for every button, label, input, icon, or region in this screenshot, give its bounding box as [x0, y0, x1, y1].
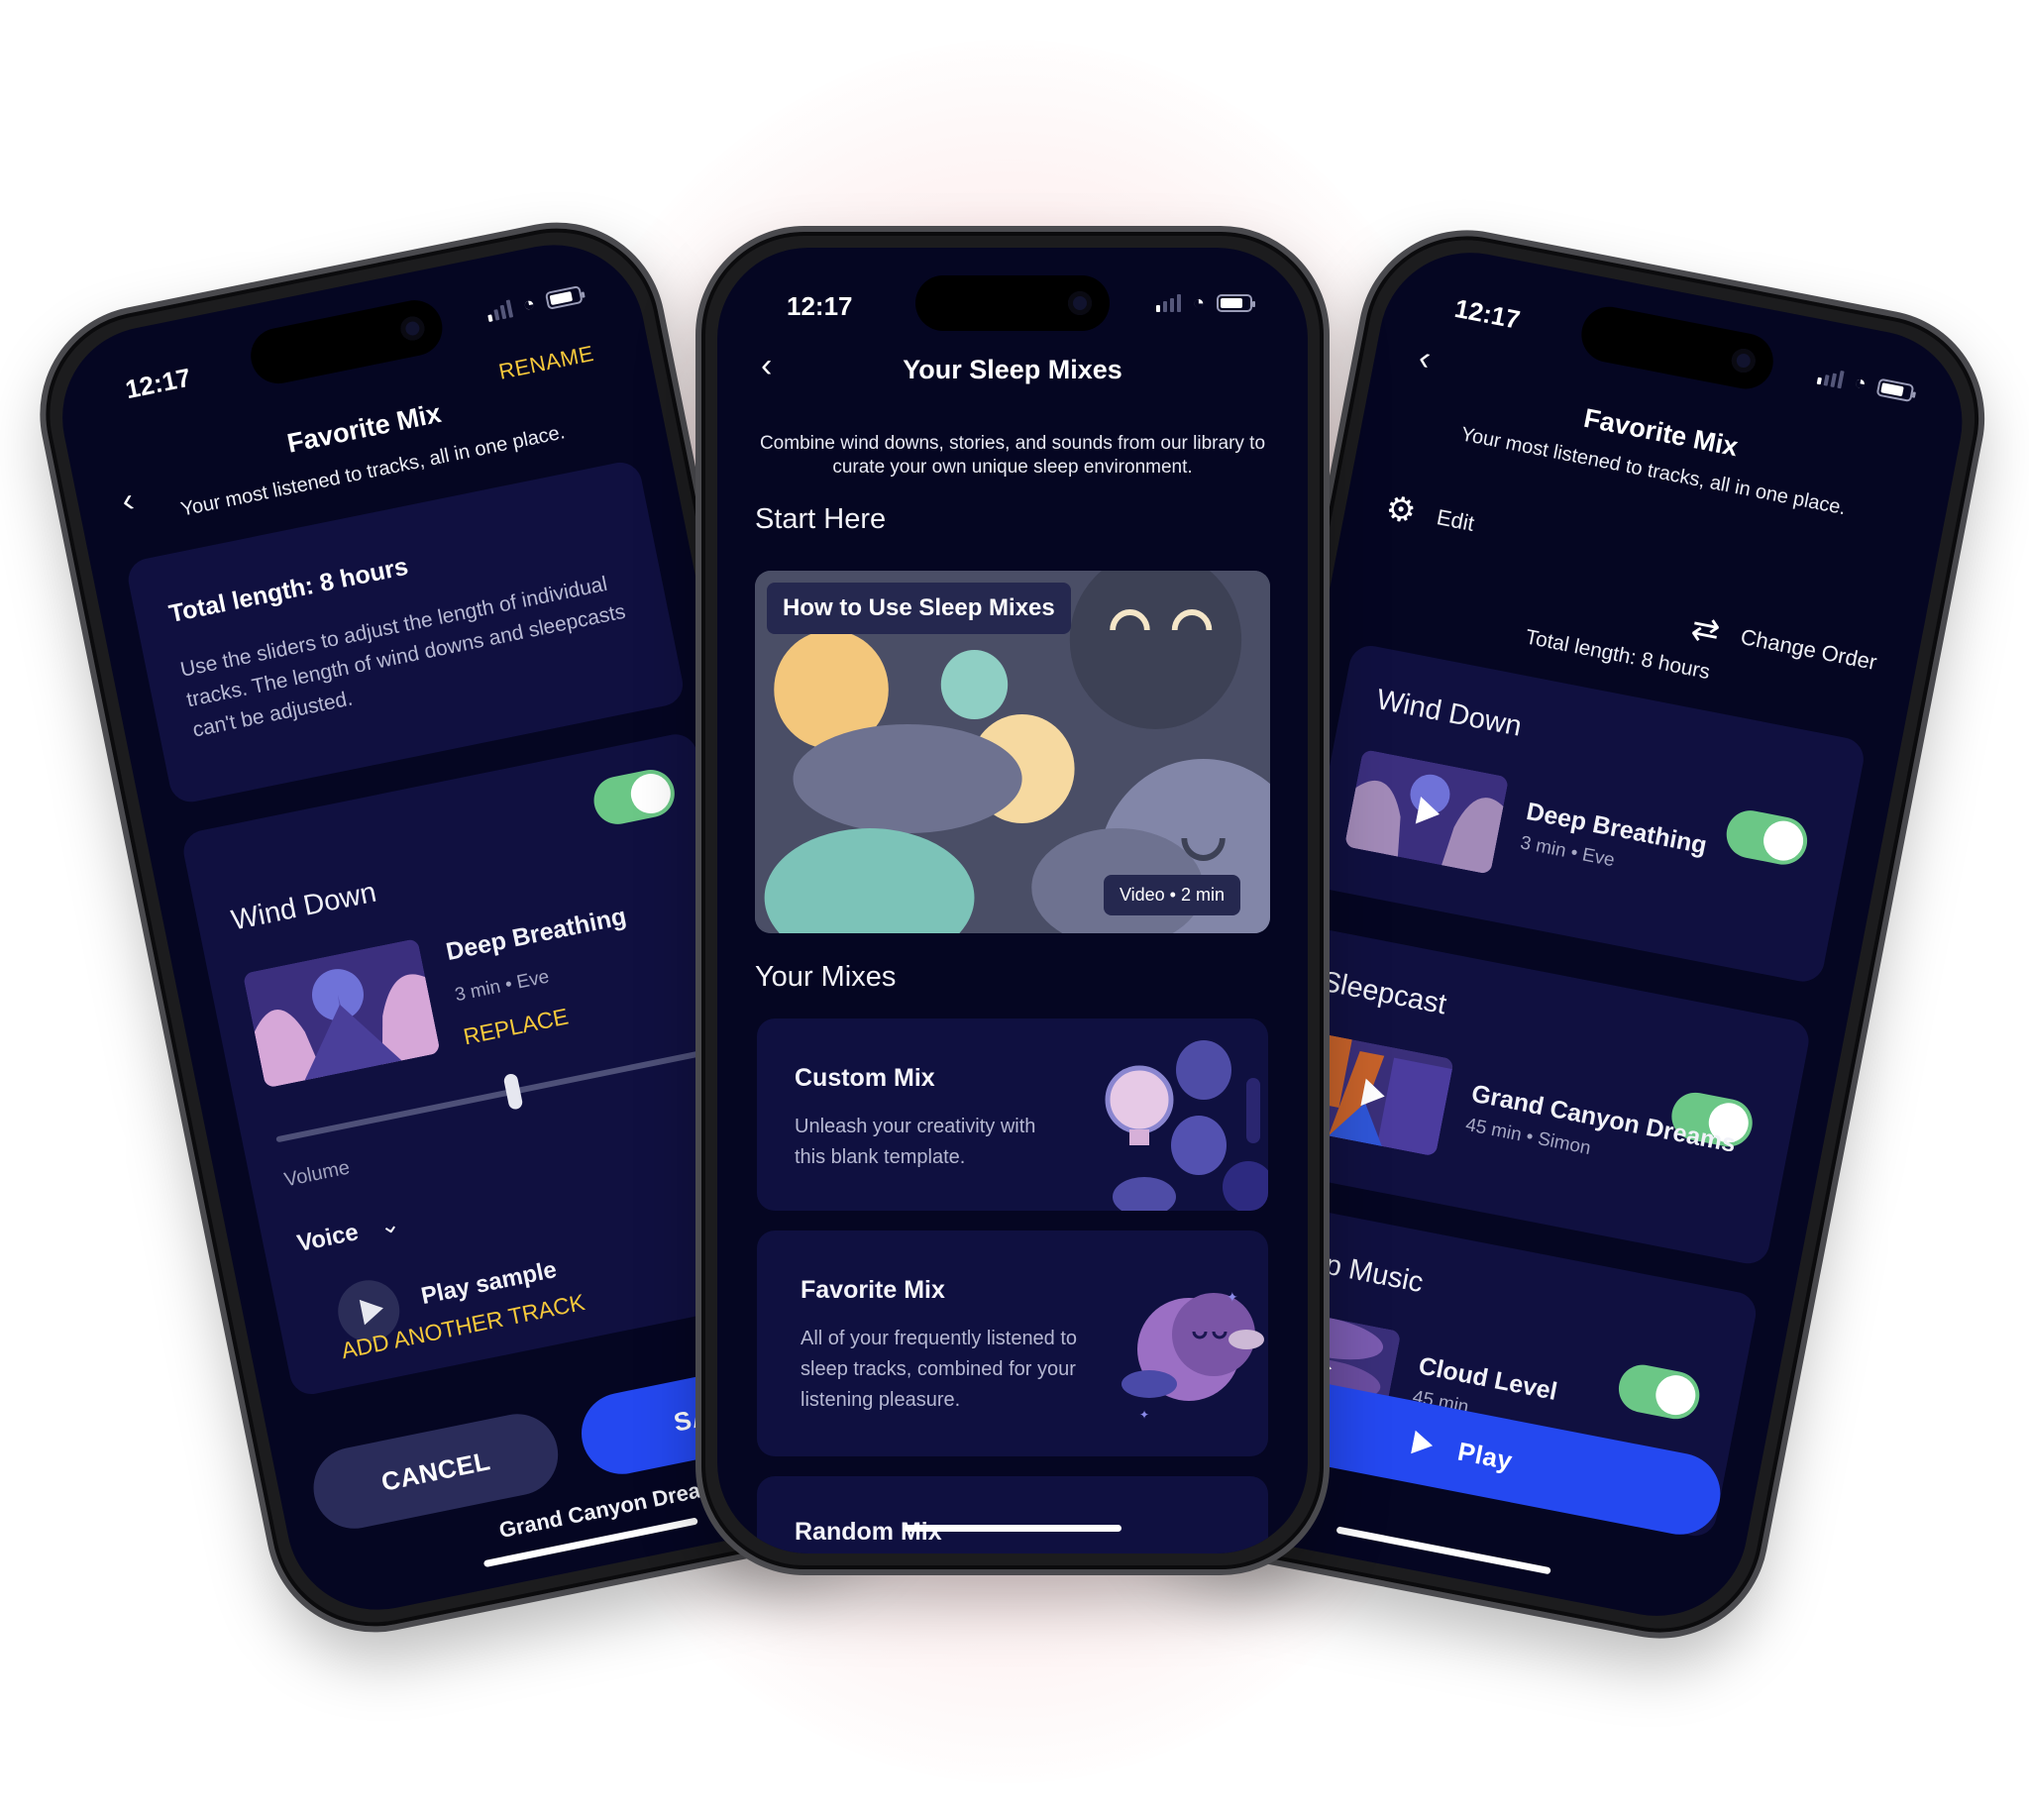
voice-label: Voice [294, 1219, 362, 1257]
mix-card-favorite[interactable]: Favorite Mix All of your frequently list… [757, 1231, 1268, 1456]
status-time: 12:17 [122, 362, 194, 405]
edit-label: Edit [1435, 504, 1477, 536]
section-toggle[interactable] [1614, 1360, 1704, 1424]
how-to-video-card[interactable]: How to Use Sleep Mixes Video • 2 min [755, 571, 1270, 933]
volume-slider-knob[interactable] [502, 1072, 524, 1111]
mix-card-custom[interactable]: Custom Mix Unleash your creativity with … [757, 1018, 1268, 1211]
cellular-signal-icon [485, 299, 514, 323]
status-time: 12:17 [787, 291, 853, 321]
track-name: Deep Breathing [443, 902, 629, 967]
battery-icon [544, 285, 584, 310]
replace-button[interactable]: REPLACE [461, 1003, 571, 1050]
track-meta: 3 min • Eve [453, 966, 552, 1007]
home-indicator [1335, 1526, 1551, 1575]
play-label: Play [1455, 1436, 1516, 1476]
section-title: Wind Down [1373, 684, 1525, 743]
start-here-heading: Start Here [755, 503, 887, 535]
deep-breathing-thumbnail [242, 937, 441, 1089]
cellular-signal-icon [1155, 294, 1181, 312]
cellular-signal-icon [1816, 367, 1845, 389]
voice-dropdown[interactable]: Voice ⌄ [294, 1210, 402, 1258]
edit-button[interactable]: ⚙ Edit [1382, 487, 1477, 544]
mix-description: Unleash your creativity with this blank … [795, 1116, 1036, 1168]
chevron-down-icon: ⌄ [376, 1210, 402, 1241]
phone-sleep-mixes: 12:17 ◔ ‹ Your Sleep Mixes Combine wind … [695, 226, 1330, 1575]
video-meta-badge: Video • 2 min [1103, 875, 1240, 915]
wifi-icon: ◔ [1192, 292, 1205, 314]
status-bar: 12:17 ◔ [717, 291, 1308, 321]
section-toggle[interactable] [1722, 806, 1812, 869]
wifi-icon: ◔ [520, 292, 538, 317]
wifi-icon: ◔ [1852, 371, 1869, 395]
mix-title: Random Mix [795, 1518, 942, 1546]
svg-text:✦: ✦ [1227, 1289, 1238, 1305]
your-mixes-heading: Your Mixes [755, 961, 897, 993]
status-time: 12:17 [1451, 292, 1523, 335]
video-title: How to Use Sleep Mixes [767, 583, 1071, 634]
mix-card-random[interactable]: Random Mix [757, 1476, 1268, 1553]
swap-arrows-icon: ⇄ [1687, 608, 1724, 652]
lightbulbs-illustration [1105, 1040, 1268, 1211]
track-thumbnail[interactable] [1343, 749, 1510, 875]
mix-description: All of your frequently listened to sleep… [801, 1328, 1078, 1411]
volume-label: Volume [282, 1156, 352, 1192]
battery-icon [1875, 377, 1915, 403]
battery-icon [1217, 294, 1255, 312]
section-title: Sleepcast [1319, 965, 1449, 1021]
page-title: Your Sleep Mixes [903, 355, 1122, 384]
gear-icon: ⚙ [1382, 488, 1420, 532]
mix-title: Favorite Mix [801, 1276, 945, 1304]
wind-down-toggle[interactable] [589, 765, 680, 829]
screen: 12:17 ◔ ‹ Your Sleep Mixes Combine wind … [717, 248, 1308, 1553]
play-icon [1411, 1430, 1436, 1458]
intro-text: Combine wind downs, stories, and sounds … [759, 433, 1266, 478]
home-indicator [904, 1525, 1121, 1532]
svg-text:✦: ✦ [1139, 1408, 1149, 1422]
change-order-label: Change Order [1738, 623, 1879, 676]
sleeping-moon-illustration: ✦ ✦ [1121, 1289, 1264, 1422]
mix-title: Custom Mix [795, 1064, 935, 1092]
section-title: Wind Down [228, 876, 379, 937]
